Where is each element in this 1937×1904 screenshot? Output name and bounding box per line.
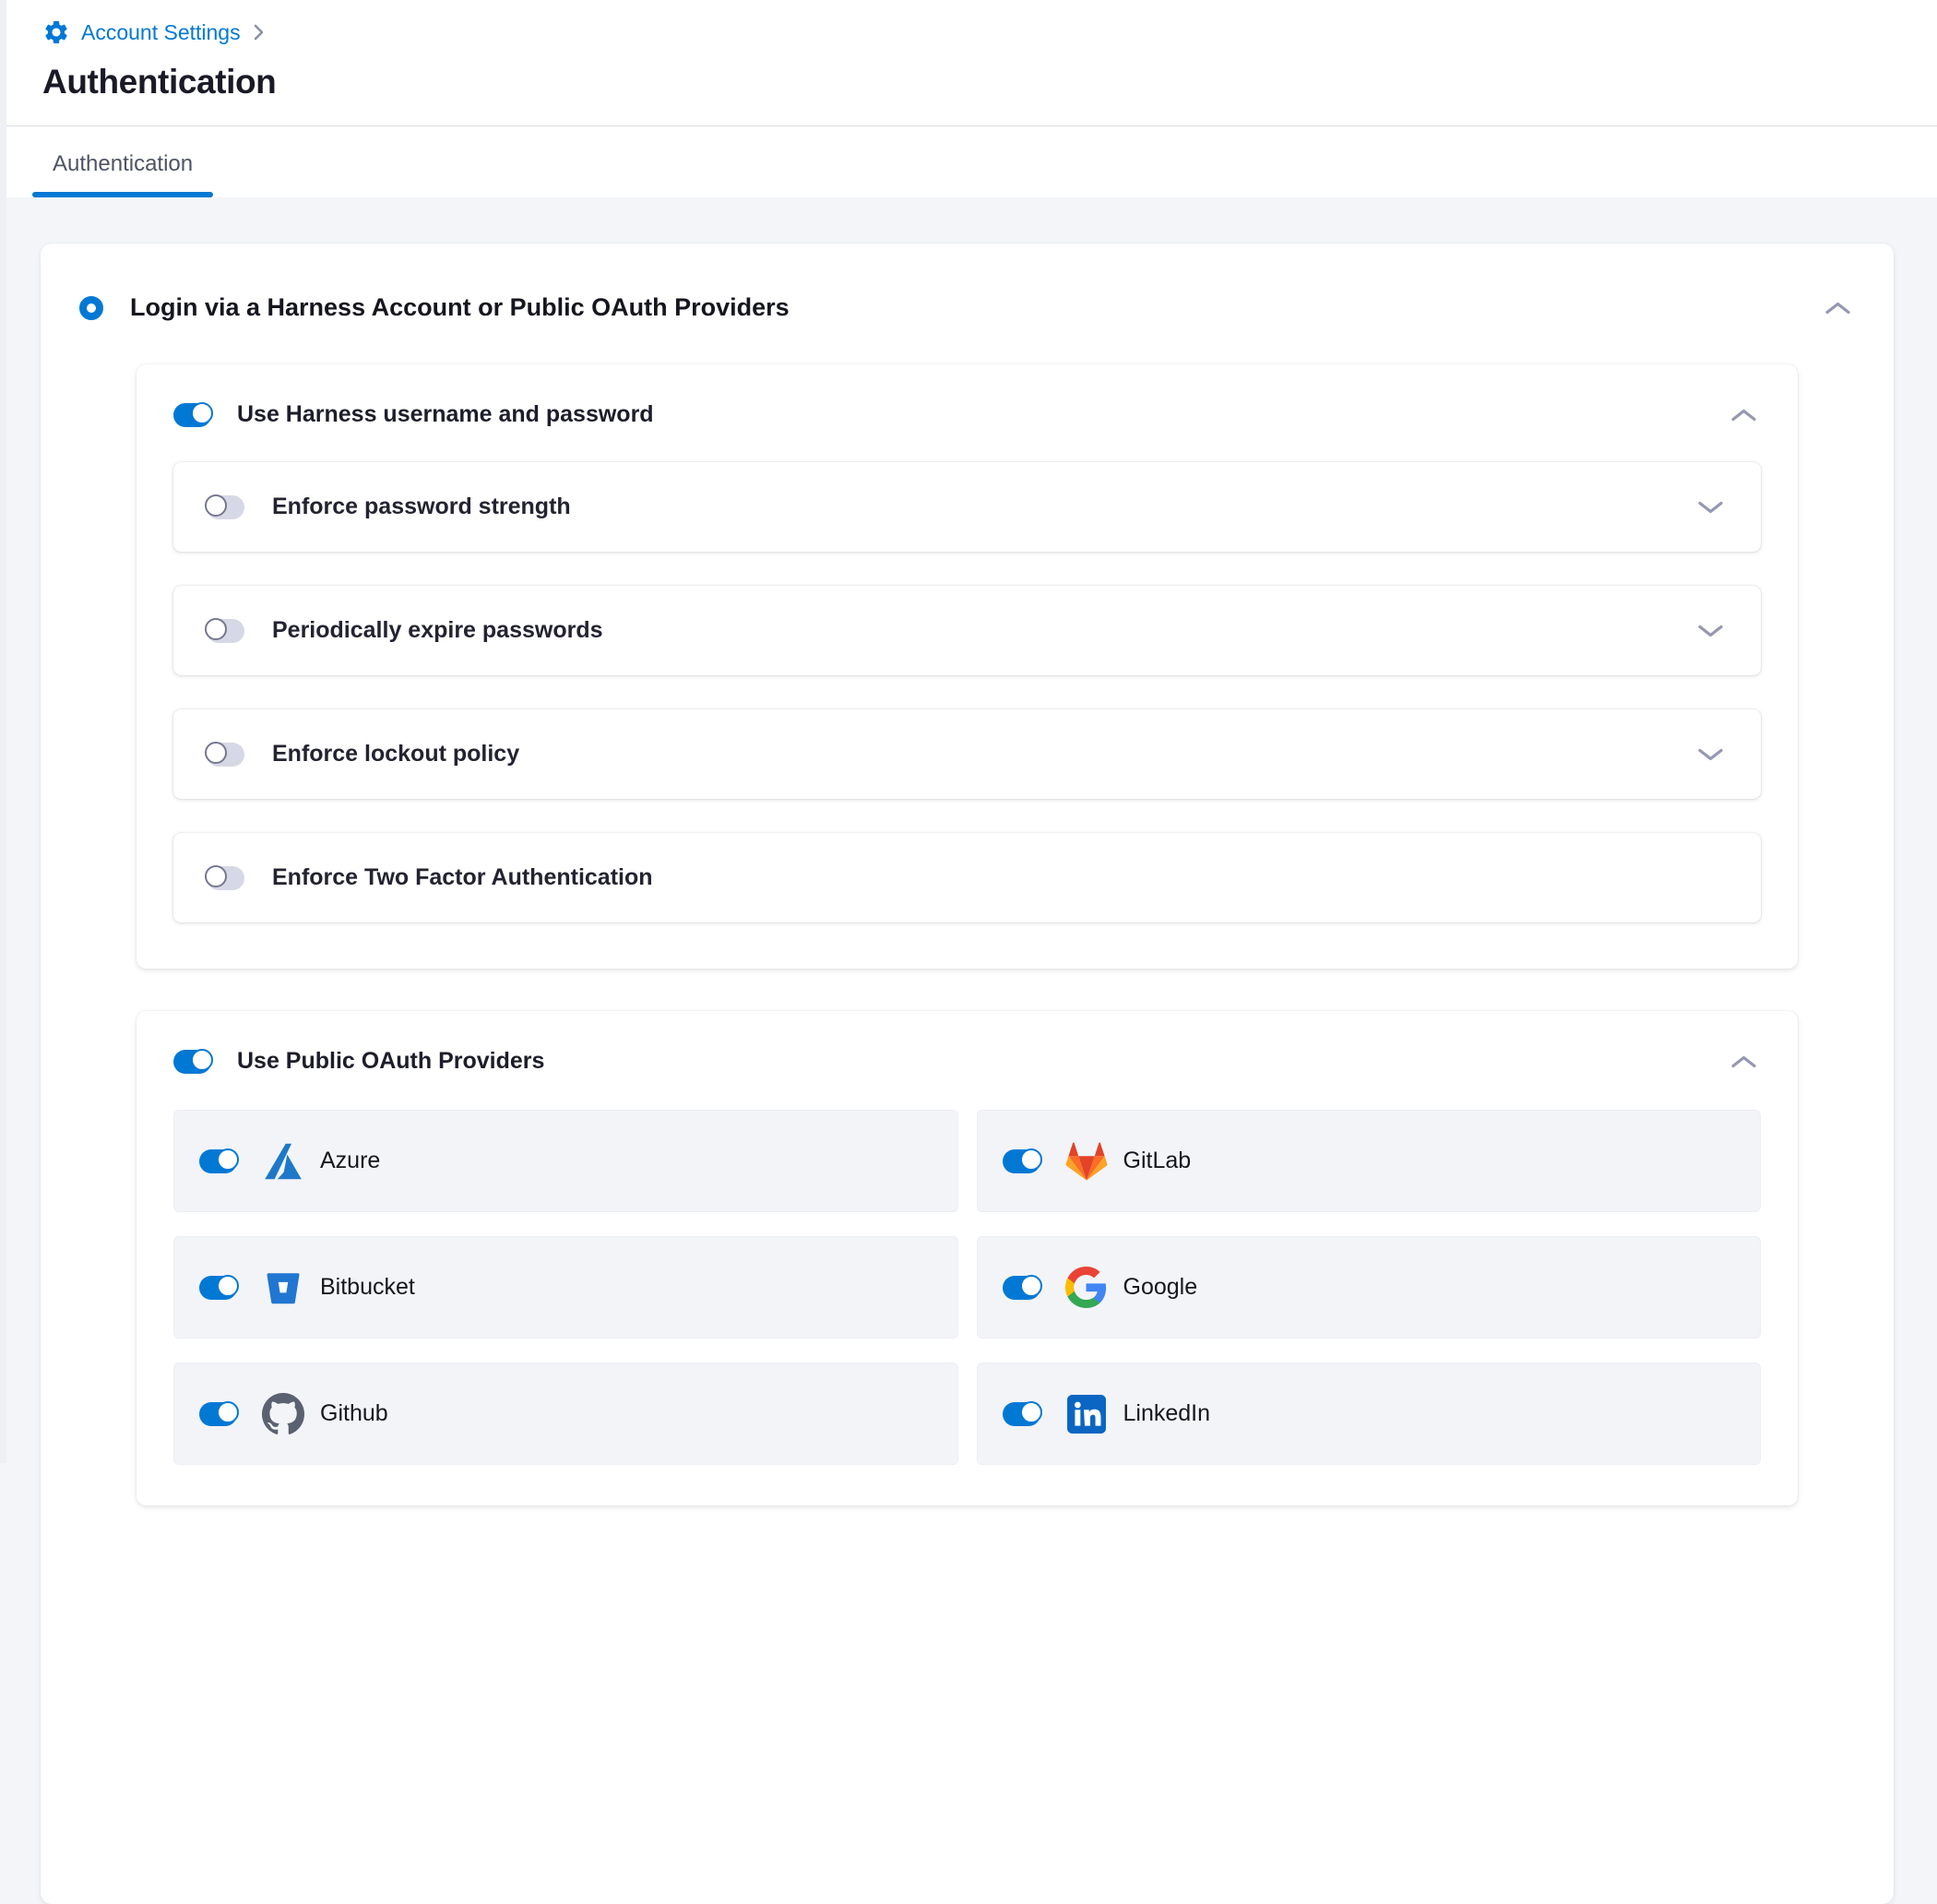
toggle-knob [205, 618, 227, 640]
expand-password-strength-button[interactable] [1693, 496, 1728, 518]
google-icon [1064, 1266, 1109, 1310]
bitbucket-toggle[interactable] [199, 1276, 237, 1300]
oauth-group-header: Use Public OAuth Providers [173, 1048, 1761, 1075]
chevron-down-icon [1697, 747, 1724, 762]
azure-icon [261, 1139, 305, 1184]
toggle-knob [1020, 1275, 1042, 1297]
expand-lockout-policy-button[interactable] [1693, 744, 1728, 766]
option-label: Enforce lockout policy [272, 741, 519, 768]
oauth-providers-toggle[interactable] [173, 1050, 211, 1074]
provider-row-linkedin: LinkedIn [977, 1363, 1762, 1465]
toggle-knob [205, 865, 227, 887]
provider-name: GitLab [1123, 1148, 1192, 1174]
bitbucket-icon [261, 1266, 305, 1310]
collapse-section-button[interactable] [1821, 297, 1855, 319]
two-factor-toggle[interactable] [207, 866, 244, 890]
tab-bar: Authentication [0, 125, 1937, 197]
login-method-radio[interactable] [79, 296, 103, 320]
toggle-knob [1020, 1148, 1042, 1171]
active-tab-indicator [32, 192, 213, 197]
gitlab-icon [1064, 1139, 1109, 1184]
option-row-lockout-policy: Enforce lockout policy [173, 709, 1761, 799]
chevron-up-icon [1730, 1054, 1757, 1069]
toggle-knob [191, 1049, 213, 1071]
breadcrumb: Account Settings [42, 17, 1893, 48]
provider-name: Github [320, 1400, 388, 1427]
provider-row-gitlab: GitLab [977, 1110, 1762, 1212]
nav-edge-strip [0, 0, 6, 1463]
option-label: Enforce Two Factor Authentication [272, 864, 653, 891]
radio-dot [87, 303, 96, 313]
harness-group-label: Use Harness username and password [237, 401, 654, 428]
google-toggle[interactable] [1003, 1276, 1040, 1300]
toggle-knob [217, 1148, 239, 1171]
auth-mechanisms-card: Login via a Harness Account or Public OA… [41, 244, 1894, 1904]
breadcrumb-link-account-settings[interactable]: Account Settings [81, 20, 241, 45]
expand-expire-passwords-button[interactable] [1693, 620, 1728, 642]
provider-name: LinkedIn [1123, 1400, 1211, 1427]
provider-name: Bitbucket [320, 1274, 415, 1301]
github-toggle[interactable] [199, 1402, 237, 1426]
gitlab-toggle[interactable] [1003, 1149, 1040, 1173]
gear-icon-svg [42, 18, 70, 46]
lockout-policy-toggle[interactable] [207, 743, 244, 767]
section-title: Login via a Harness Account or Public OA… [130, 293, 790, 322]
toggle-knob [205, 494, 227, 517]
gear-icon[interactable] [42, 18, 70, 46]
harness-login-toggle[interactable] [173, 403, 211, 427]
oauth-provider-grid: Azure G [173, 1110, 1761, 1465]
toggle-knob [205, 742, 227, 764]
provider-name: Google [1123, 1274, 1198, 1301]
collapse-oauth-group-button[interactable] [1727, 1051, 1761, 1073]
oauth-providers-group: Use Public OAuth Providers Azure [137, 1011, 1798, 1505]
chevron-up-icon [1824, 301, 1851, 315]
provider-row-bitbucket: Bitbucket [173, 1236, 958, 1339]
harness-group-header: Use Harness username and password [173, 401, 1761, 428]
login-method-section-header: Login via a Harness Account or Public OA… [79, 293, 1855, 322]
option-row-two-factor: Enforce Two Factor Authentication [173, 833, 1761, 922]
option-label: Periodically expire passwords [272, 617, 603, 644]
tab-label: Authentication [53, 151, 193, 176]
chevron-right-icon [252, 21, 266, 43]
azure-toggle[interactable] [199, 1149, 237, 1173]
oauth-group-label: Use Public OAuth Providers [237, 1048, 544, 1075]
expire-passwords-toggle[interactable] [207, 619, 244, 643]
provider-row-github: Github [173, 1363, 958, 1465]
option-row-expire-passwords: Periodically expire passwords [173, 586, 1761, 675]
toggle-knob [1020, 1401, 1042, 1423]
collapse-harness-group-button[interactable] [1727, 404, 1761, 426]
linkedin-toggle[interactable] [1003, 1402, 1040, 1426]
toggle-knob [217, 1401, 239, 1423]
provider-row-google: Google [977, 1236, 1762, 1339]
chevron-down-icon [1697, 624, 1724, 638]
page-header: Account Settings Authentication [0, 0, 1937, 101]
provider-name: Azure [320, 1148, 380, 1174]
option-row-password-strength: Enforce password strength [173, 462, 1761, 552]
chevron-up-icon [1730, 408, 1757, 422]
page-title: Authentication [42, 63, 1893, 101]
toggle-knob [217, 1275, 239, 1297]
option-label: Enforce password strength [272, 494, 571, 520]
password-strength-toggle[interactable] [207, 495, 244, 519]
chevron-down-icon [1697, 500, 1724, 515]
tab-authentication[interactable]: Authentication [32, 126, 213, 197]
provider-row-azure: Azure [173, 1110, 958, 1212]
linkedin-icon [1064, 1392, 1109, 1436]
harness-login-group: Use Harness username and password Enforc… [137, 364, 1798, 969]
content-area: Login via a Harness Account or Public OA… [0, 197, 1937, 1904]
toggle-knob [191, 402, 213, 424]
github-icon [261, 1392, 305, 1436]
